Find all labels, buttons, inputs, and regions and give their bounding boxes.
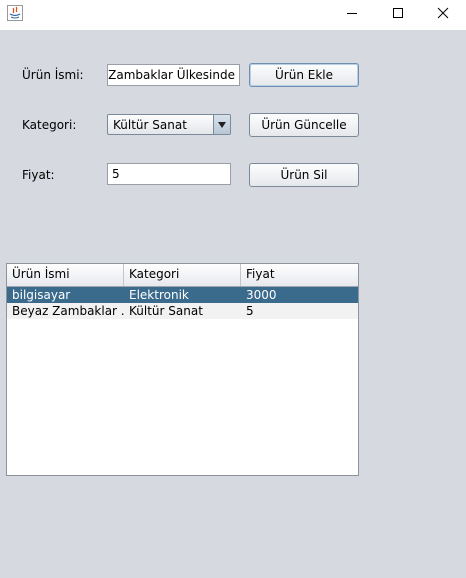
maximize-button[interactable]	[375, 0, 421, 26]
price-input[interactable]: 5	[107, 163, 231, 185]
table-cell: bilgisayar	[12, 288, 71, 302]
category-label: Kategori:	[22, 118, 77, 132]
java-app-icon	[7, 5, 23, 21]
table-cell: 5	[246, 304, 254, 318]
category-selected-value: Kültür Sanat	[113, 118, 187, 132]
table-cell: Kültür Sanat	[129, 304, 203, 318]
products-table[interactable]: Ürün İsmi Kategori Fiyat bilgisayar Elek…	[6, 263, 359, 476]
table-cell: Elektronik	[129, 288, 189, 302]
table-cell: Beyaz Zambaklar ...	[12, 304, 124, 318]
maximize-icon	[393, 8, 403, 18]
update-product-button[interactable]: Ürün Güncelle	[249, 113, 359, 137]
column-header-name[interactable]: Ürün İsmi	[7, 264, 124, 286]
column-header-price[interactable]: Fiyat	[241, 264, 358, 286]
table-cell: 3000	[246, 288, 277, 302]
column-header-category[interactable]: Kategori	[124, 264, 241, 286]
category-select[interactable]: Kültür Sanat	[107, 114, 231, 135]
add-product-button[interactable]: Ürün Ekle	[249, 63, 359, 87]
table-row[interactable]: bilgisayar Elektronik 3000	[7, 287, 358, 303]
chevron-down-icon	[218, 121, 226, 128]
minimize-icon	[347, 13, 357, 14]
product-name-input[interactable]: Beyaz Zambaklar Ülkesinde	[107, 64, 240, 86]
title-bar	[0, 0, 466, 30]
table-header: Ürün İsmi Kategori Fiyat	[7, 264, 358, 287]
minimize-button[interactable]	[329, 0, 375, 26]
price-label: Fiyat:	[22, 168, 55, 182]
close-button[interactable]	[420, 0, 466, 26]
delete-product-button[interactable]: Ürün Sil	[249, 163, 359, 187]
close-icon	[437, 7, 449, 19]
category-dropdown-arrow[interactable]	[213, 115, 230, 134]
table-row[interactable]: Beyaz Zambaklar ... Kültür Sanat 5	[7, 303, 358, 319]
product-name-label: Ürün İsmi:	[22, 68, 84, 82]
